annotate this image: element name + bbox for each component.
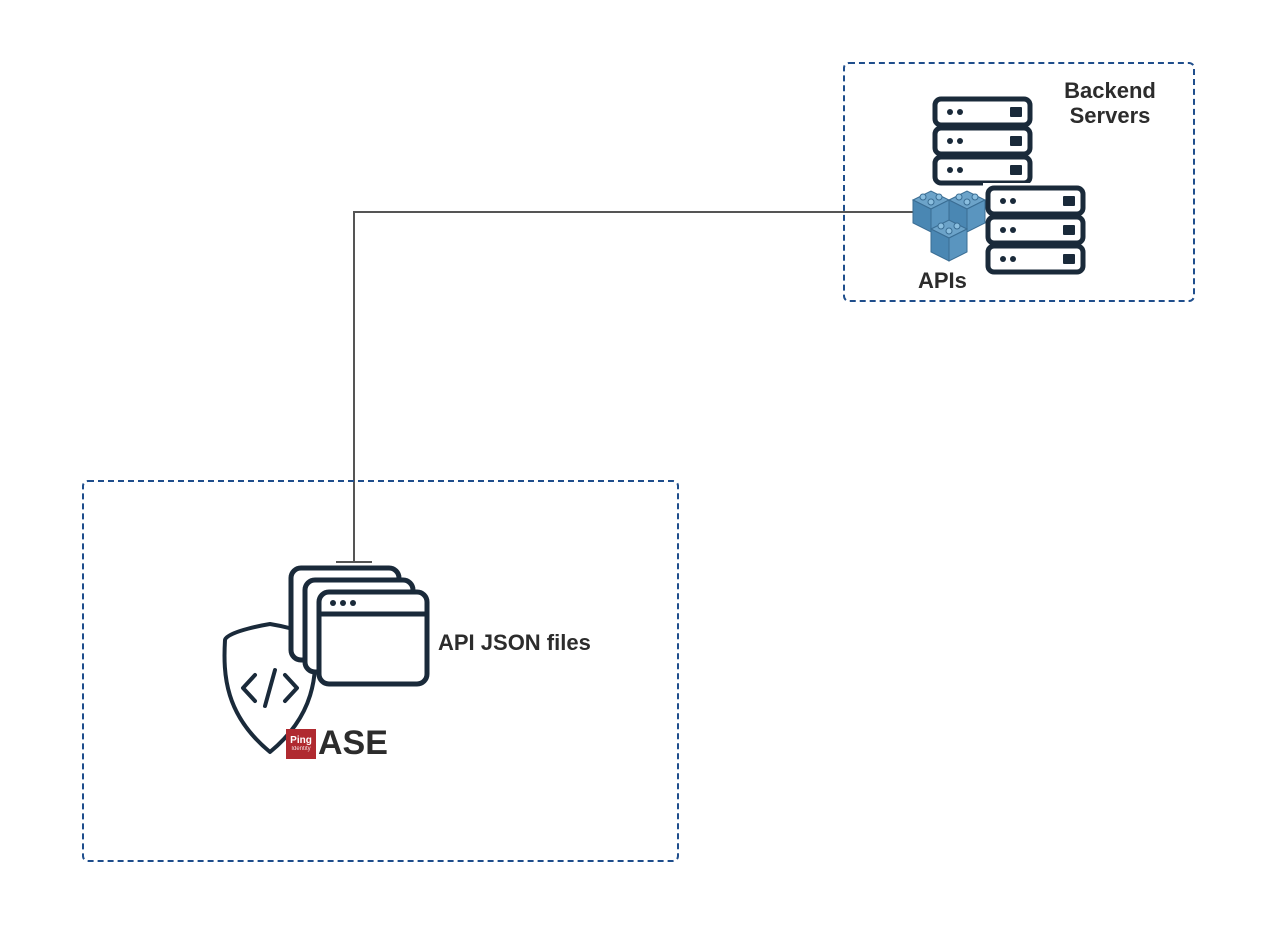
api-cubes-icon <box>905 185 995 275</box>
apis-label: APIs <box>918 268 967 293</box>
ping-badge-bottom: Identity <box>291 746 310 752</box>
server-stack-icon-front <box>983 183 1088 278</box>
ase-label: ASE <box>318 724 388 763</box>
backend-servers-title: Backend Servers <box>1030 78 1190 129</box>
server-stack-icon-back <box>930 94 1035 189</box>
diagram-canvas: Backend Servers APIs AP <box>0 0 1275 938</box>
ping-identity-badge: Ping Identity <box>286 729 316 759</box>
ping-badge-top: Ping <box>290 736 312 746</box>
files-windows-icon <box>285 562 435 692</box>
api-json-files-label: API JSON files <box>438 630 591 655</box>
backend-title-line2: Servers <box>1070 103 1151 128</box>
backend-title-line1: Backend <box>1064 78 1156 103</box>
